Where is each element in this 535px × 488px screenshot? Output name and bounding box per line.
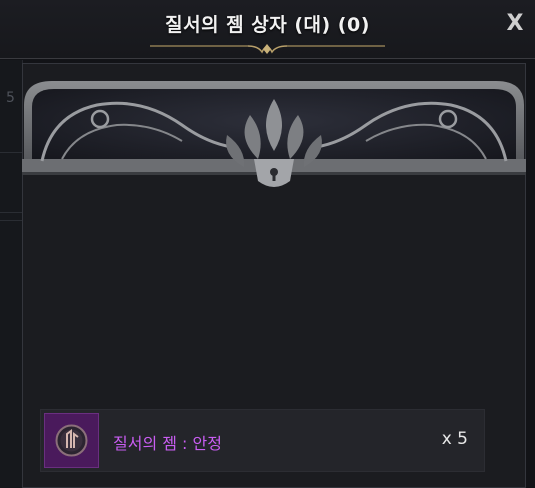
item-icon-slot <box>44 413 99 468</box>
background-side-number: 5 <box>6 90 15 106</box>
title-bar: 질서의 젬 상자 (대) (0) X <box>0 0 535 59</box>
close-button[interactable]: X <box>503 10 527 38</box>
order-gem-icon <box>55 424 88 457</box>
background-side-panel <box>0 60 23 488</box>
item-quantity: x 5 <box>441 429 468 449</box>
title-ornament-icon <box>150 44 385 54</box>
item-name: 질서의 젬 : 안정 <box>113 434 222 453</box>
popup-title: 질서의 젬 상자 (대) (0) <box>165 14 370 36</box>
item-row[interactable]: 질서의 젬 : 안정 x 5 <box>40 409 485 472</box>
chest-ornament-header <box>22 81 526 187</box>
